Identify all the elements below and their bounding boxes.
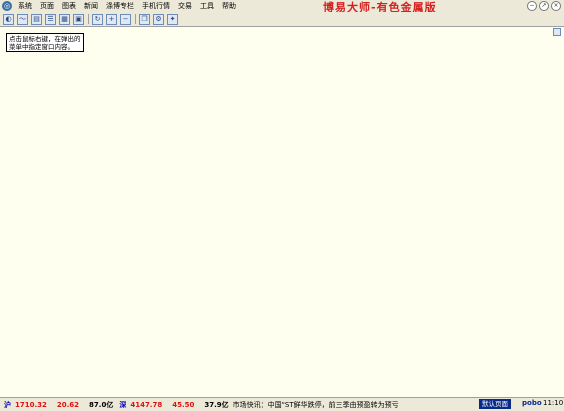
pobo-logo: pobo (522, 399, 542, 407)
magic-icon[interactable]: ✦ (167, 13, 178, 25)
news-ticker[interactable]: 市场快讯：中国"ST鲜华跌停，前三季由预盈转为预亏 (233, 400, 403, 410)
index2-label: 深 (119, 400, 127, 409)
menu-system[interactable]: 系统 (14, 0, 36, 12)
hint-line-1: 点击鼠标右键，在弹出的 (9, 35, 81, 43)
status-bar: 沪 1710.32 20.62 87.0亿 深 4147.78 45.50 37… (0, 397, 564, 411)
line-chart-icon[interactable]: 〜 (17, 13, 28, 25)
toolbar-separator (88, 14, 89, 24)
toolbar-separator (135, 14, 136, 24)
window-icon[interactable]: ▣ (73, 13, 84, 25)
zoom-in-icon[interactable]: + (106, 13, 117, 25)
zoom-out-icon[interactable]: − (120, 13, 131, 25)
menu-help[interactable]: 帮助 (218, 0, 240, 12)
copy-icon[interactable]: ❐ (139, 13, 150, 25)
panel-menu-button[interactable] (553, 28, 561, 36)
refresh-icon[interactable]: ↻ (92, 13, 103, 25)
index1-value: 1710.32 (15, 400, 47, 409)
list-icon[interactable]: ☰ (45, 13, 56, 25)
close-button[interactable]: × (551, 1, 561, 11)
grid-icon[interactable]: ▦ (59, 13, 70, 25)
index1-volume: 87.0亿 (89, 400, 114, 409)
table-icon[interactable]: ▤ (31, 13, 42, 25)
toolbar: ◐ 〜 ▤ ☰ ▦ ▣ ↻ + − ❐ ⚙ ✦ (0, 12, 564, 27)
hint-line-2: 菜单中指定窗口内容。 (9, 43, 74, 51)
hint-tooltip: 点击鼠标右键，在弹出的 菜单中指定窗口内容。 (6, 33, 84, 52)
index2-value: 4147.78 (130, 400, 163, 409)
menu-mobile-quote[interactable]: 手机行情 (138, 0, 174, 12)
default-page-button[interactable]: 默认页面 (479, 399, 511, 409)
index1-change: 20.62 (56, 400, 80, 409)
window-controls: − ↗ × (527, 1, 561, 11)
index2-change: 45.50 (172, 400, 195, 409)
clock: 11:10 (543, 399, 564, 407)
menu-trade[interactable]: 交易 (174, 0, 196, 12)
settings-icon[interactable]: ⚙ (153, 13, 164, 25)
minimize-button[interactable]: − (527, 1, 537, 11)
menu-column[interactable]: 涤博专栏 (102, 0, 138, 12)
menu-chart[interactable]: 图表 (58, 0, 80, 12)
menu-page[interactable]: 页面 (36, 0, 58, 12)
menu-news[interactable]: 新闻 (80, 0, 102, 12)
shanghai-index-icon: 沪 (4, 400, 11, 409)
menu-bar: ◎ 系统 页面 图表 新闻 涤博专栏 手机行情 交易 工具 帮助 (0, 0, 564, 12)
main-content-area[interactable] (0, 27, 564, 397)
chart-icon[interactable]: ◐ (3, 13, 14, 25)
app-logo-icon[interactable]: ◎ (2, 1, 12, 11)
menu-tools[interactable]: 工具 (196, 0, 218, 12)
restore-button[interactable]: ↗ (539, 1, 549, 11)
index2-volume: 37.9亿 (204, 400, 229, 409)
